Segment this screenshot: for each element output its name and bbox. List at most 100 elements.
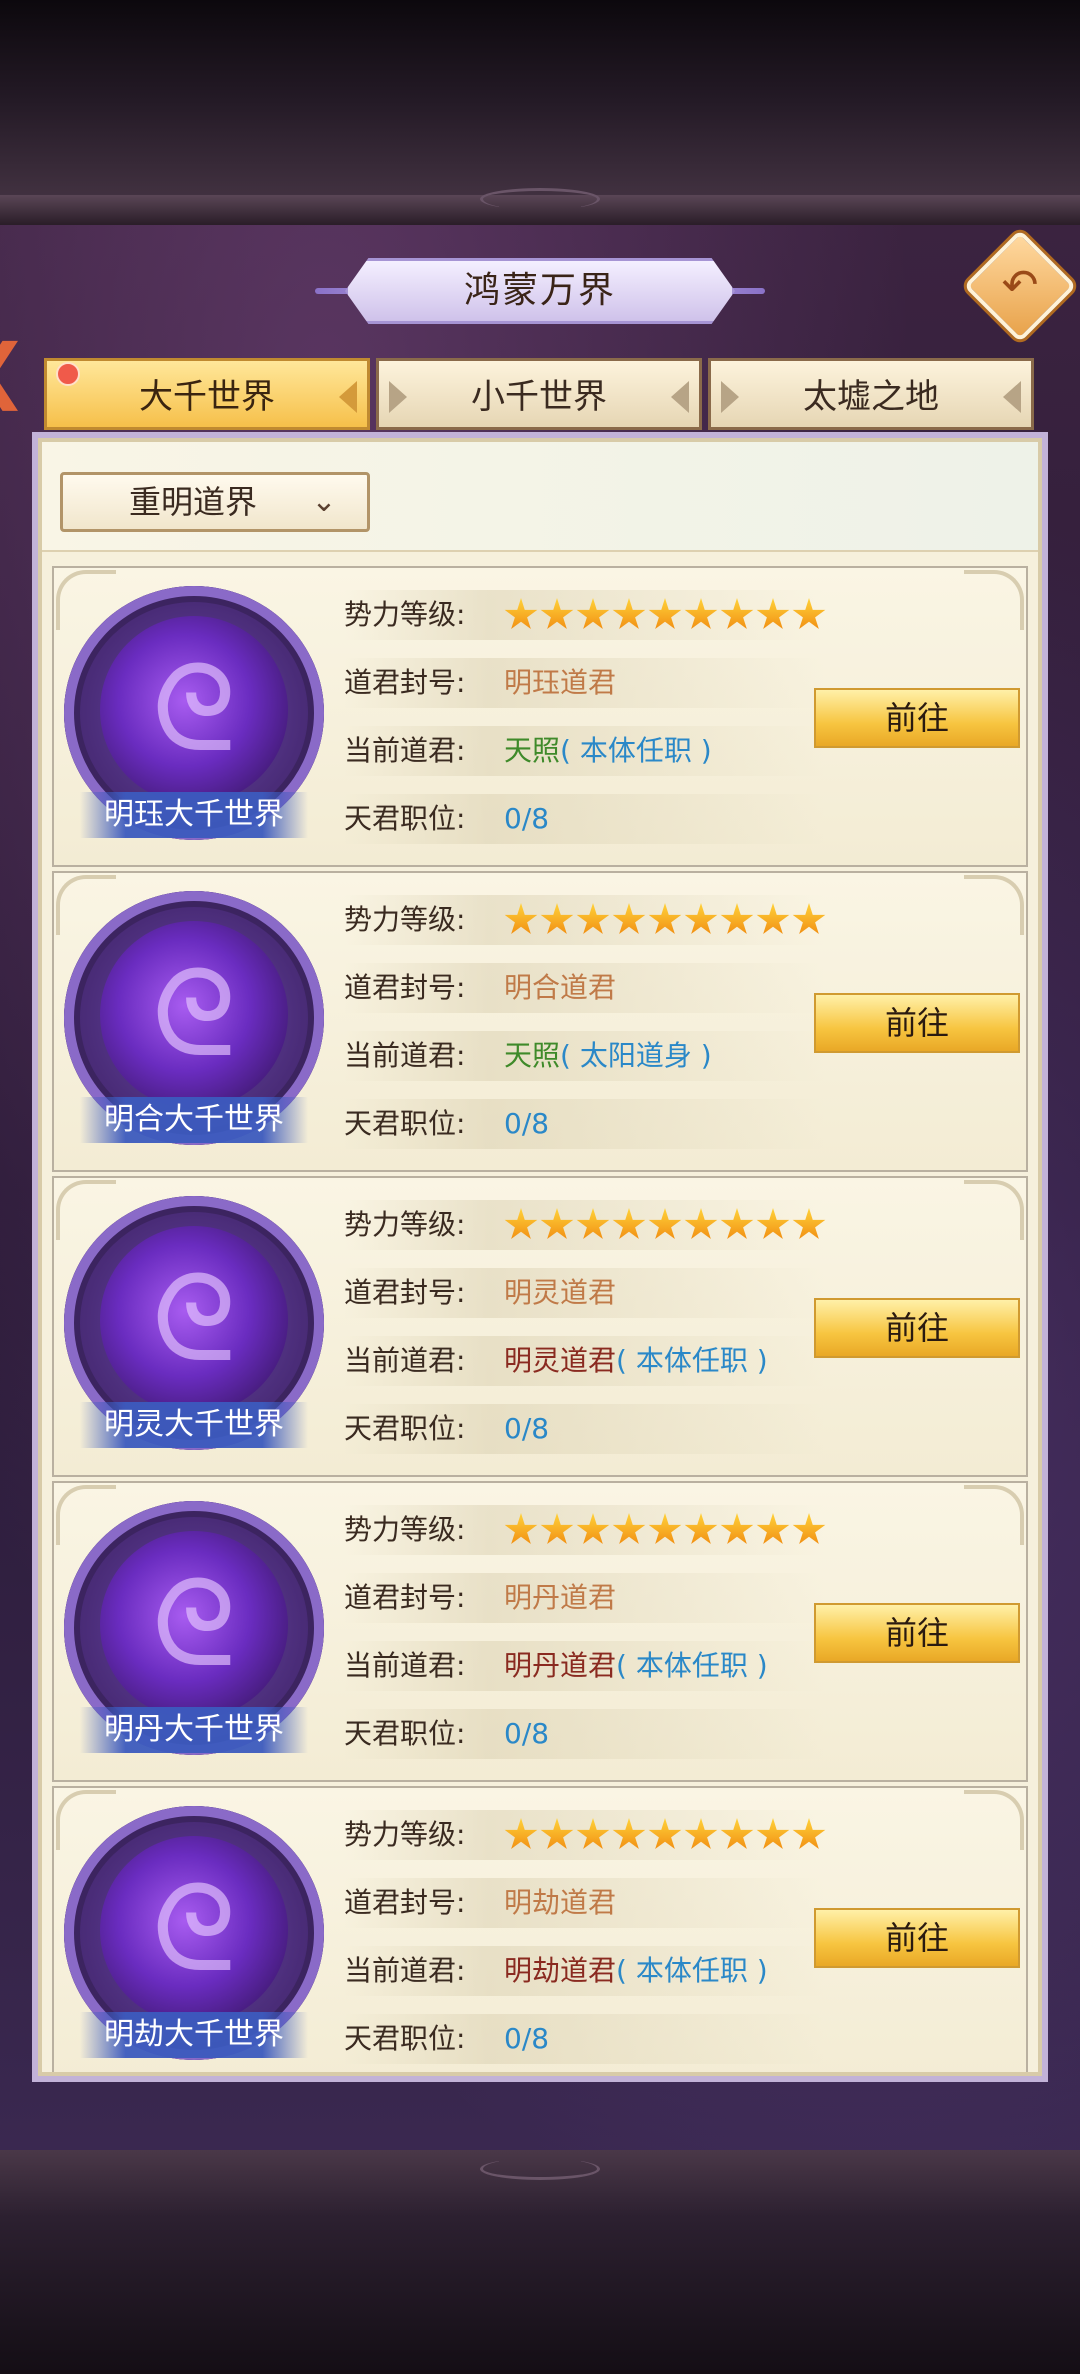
side-arrow-icon[interactable]: ❮ bbox=[0, 320, 40, 420]
current-lord-row: 当前道君: 明劫道君( 本体任职 ) bbox=[344, 1946, 824, 1996]
lord-note: ( 本体任职 ) bbox=[616, 1954, 768, 1987]
go-button[interactable]: 前往 bbox=[814, 993, 1020, 1053]
positions-row: 天君职位: 0/8 bbox=[344, 1099, 824, 1149]
power-level-label: 势力等级: bbox=[344, 598, 466, 631]
star-icon bbox=[792, 1818, 826, 1849]
tab-arrow-left-icon bbox=[721, 381, 739, 413]
swirl-icon: ᘓ bbox=[151, 640, 237, 779]
back-arrow-icon[interactable]: ↶ bbox=[980, 246, 1060, 326]
power-level-row: 势力等级: bbox=[344, 895, 826, 945]
star-icon bbox=[576, 598, 610, 629]
current-lord-value: 明丹道君( 本体任职 ) bbox=[504, 1641, 768, 1691]
lord-name: 天照 bbox=[504, 1039, 561, 1072]
star-icon bbox=[792, 598, 826, 629]
lord-name: 明灵道君 bbox=[504, 1344, 617, 1377]
current-lord-value: 明灵道君( 本体任职 ) bbox=[504, 1336, 768, 1386]
tab-arrow-right-icon bbox=[1003, 381, 1021, 413]
positions-row: 天君职位: 0/8 bbox=[344, 2014, 824, 2064]
tab-arrow-right-icon bbox=[671, 381, 689, 413]
positions-label: 天君职位: bbox=[344, 1717, 466, 1750]
current-lord-value: 天照( 太阳道身 ) bbox=[504, 1031, 712, 1081]
star-icon bbox=[504, 598, 538, 629]
lord-title-label: 道君封号: bbox=[344, 971, 466, 1004]
star-icon bbox=[612, 1208, 646, 1239]
page-title: 鸿蒙万界 bbox=[463, 270, 616, 311]
lord-title-label: 道君封号: bbox=[344, 666, 466, 699]
current-lord-row: 当前道君: 明灵道君( 本体任职 ) bbox=[344, 1336, 824, 1386]
world-card: ᘓ 明灵大千世界 势力等级: 道君封号: 明灵道君 当前道君: 明灵道君( 本体任职 ) 天君… bbox=[52, 1176, 1028, 1477]
star-icon bbox=[540, 598, 574, 629]
star-icon bbox=[504, 1208, 538, 1239]
positions-value: 0/8 bbox=[504, 2022, 550, 2055]
notification-dot bbox=[56, 362, 80, 386]
star-icon bbox=[648, 903, 682, 934]
star-icon bbox=[684, 1208, 718, 1239]
lord-title-value: 明合道君 bbox=[504, 971, 617, 1004]
lord-name: 天照 bbox=[504, 734, 561, 767]
star-rating bbox=[504, 1513, 828, 1549]
lord-title-row: 道君封号: 明合道君 bbox=[344, 963, 824, 1013]
power-level-label: 势力等级: bbox=[344, 1818, 466, 1851]
positions-label: 天君职位: bbox=[344, 1107, 466, 1140]
world-emblem: ᘓ 明丹大千世界 bbox=[64, 1501, 324, 1761]
lord-title-label: 道君封号: bbox=[344, 1276, 466, 1309]
positions-row: 天君职位: 0/8 bbox=[344, 1709, 824, 1759]
tab-arrow-left-icon bbox=[389, 381, 407, 413]
title-banner: 鸿蒙万界 bbox=[315, 258, 765, 324]
lord-title-row: 道君封号: 明劫道君 bbox=[344, 1878, 824, 1928]
go-button[interactable]: 前往 bbox=[814, 1603, 1020, 1663]
chevron-down-icon: ⌄ bbox=[311, 484, 337, 519]
go-button[interactable]: 前往 bbox=[814, 688, 1020, 748]
power-level-row: 势力等级: bbox=[344, 1200, 826, 1250]
bottom-background bbox=[0, 2150, 1080, 2374]
positions-row: 天君职位: 0/8 bbox=[344, 794, 824, 844]
go-button[interactable]: 前往 bbox=[814, 1908, 1020, 1968]
world-card: ᘓ 明丹大千世界 势力等级: 道君封号: 明丹道君 当前道君: 明丹道君( 本体任职 ) 天君… bbox=[52, 1481, 1028, 1782]
world-name: 明珏大千世界 bbox=[80, 792, 308, 838]
current-lord-value: 天照( 本体任职 ) bbox=[504, 726, 712, 776]
card-corner-ornament bbox=[964, 875, 1024, 935]
tab-void-land[interactable]: 太墟之地 bbox=[708, 358, 1034, 430]
tab-label: 小千世界 bbox=[471, 377, 607, 417]
lord-note: ( 本体任职 ) bbox=[616, 1649, 768, 1682]
star-icon bbox=[504, 1513, 538, 1544]
card-corner-ornament bbox=[964, 570, 1024, 630]
star-icon bbox=[504, 1818, 538, 1849]
star-icon bbox=[648, 1818, 682, 1849]
world-emblem: ᘓ 明珏大千世界 bbox=[64, 586, 324, 846]
lord-title-value: 明灵道君 bbox=[504, 1276, 617, 1309]
current-lord-label: 当前道君: bbox=[344, 1344, 466, 1377]
star-icon bbox=[576, 1513, 610, 1544]
star-icon bbox=[720, 903, 754, 934]
tab-small-world[interactable]: 小千世界 bbox=[376, 358, 702, 430]
star-icon bbox=[648, 598, 682, 629]
star-icon bbox=[648, 1513, 682, 1544]
star-icon bbox=[684, 903, 718, 934]
positions-value: 0/8 bbox=[504, 802, 550, 835]
tab-great-world[interactable]: 大千世界 bbox=[44, 358, 370, 430]
power-level-label: 势力等级: bbox=[344, 903, 466, 936]
world-emblem: ᘓ 明灵大千世界 bbox=[64, 1196, 324, 1456]
positions-label: 天君职位: bbox=[344, 1412, 466, 1445]
lord-title-row: 道君封号: 明珏道君 bbox=[344, 658, 824, 708]
realm-dropdown[interactable]: 重明道界 ⌄ bbox=[60, 472, 370, 532]
swirl-icon: ᘓ bbox=[151, 945, 237, 1084]
tab-label: 太墟之地 bbox=[803, 377, 939, 417]
current-lord-label: 当前道君: bbox=[344, 1649, 466, 1682]
star-icon bbox=[612, 903, 646, 934]
go-button[interactable]: 前往 bbox=[814, 1298, 1020, 1358]
star-icon bbox=[756, 1208, 790, 1239]
lord-name: 明丹道君 bbox=[504, 1649, 617, 1682]
world-name: 明合大千世界 bbox=[80, 1097, 308, 1143]
bottom-ornament bbox=[480, 2158, 600, 2180]
lord-note: ( 本体任职 ) bbox=[616, 1344, 768, 1377]
star-icon bbox=[756, 598, 790, 629]
star-icon bbox=[612, 1513, 646, 1544]
star-icon bbox=[576, 1208, 610, 1239]
card-corner-ornament bbox=[964, 1180, 1024, 1240]
star-icon bbox=[612, 1818, 646, 1849]
star-icon bbox=[540, 1818, 574, 1849]
world-list[interactable]: ᘓ 明珏大千世界 势力等级: 道君封号: 明珏道君 当前道君: 天照( 本体任职 ) 天君职位… bbox=[52, 566, 1028, 2072]
lord-title-value: 明丹道君 bbox=[504, 1581, 617, 1614]
positions-value: 0/8 bbox=[504, 1412, 550, 1445]
